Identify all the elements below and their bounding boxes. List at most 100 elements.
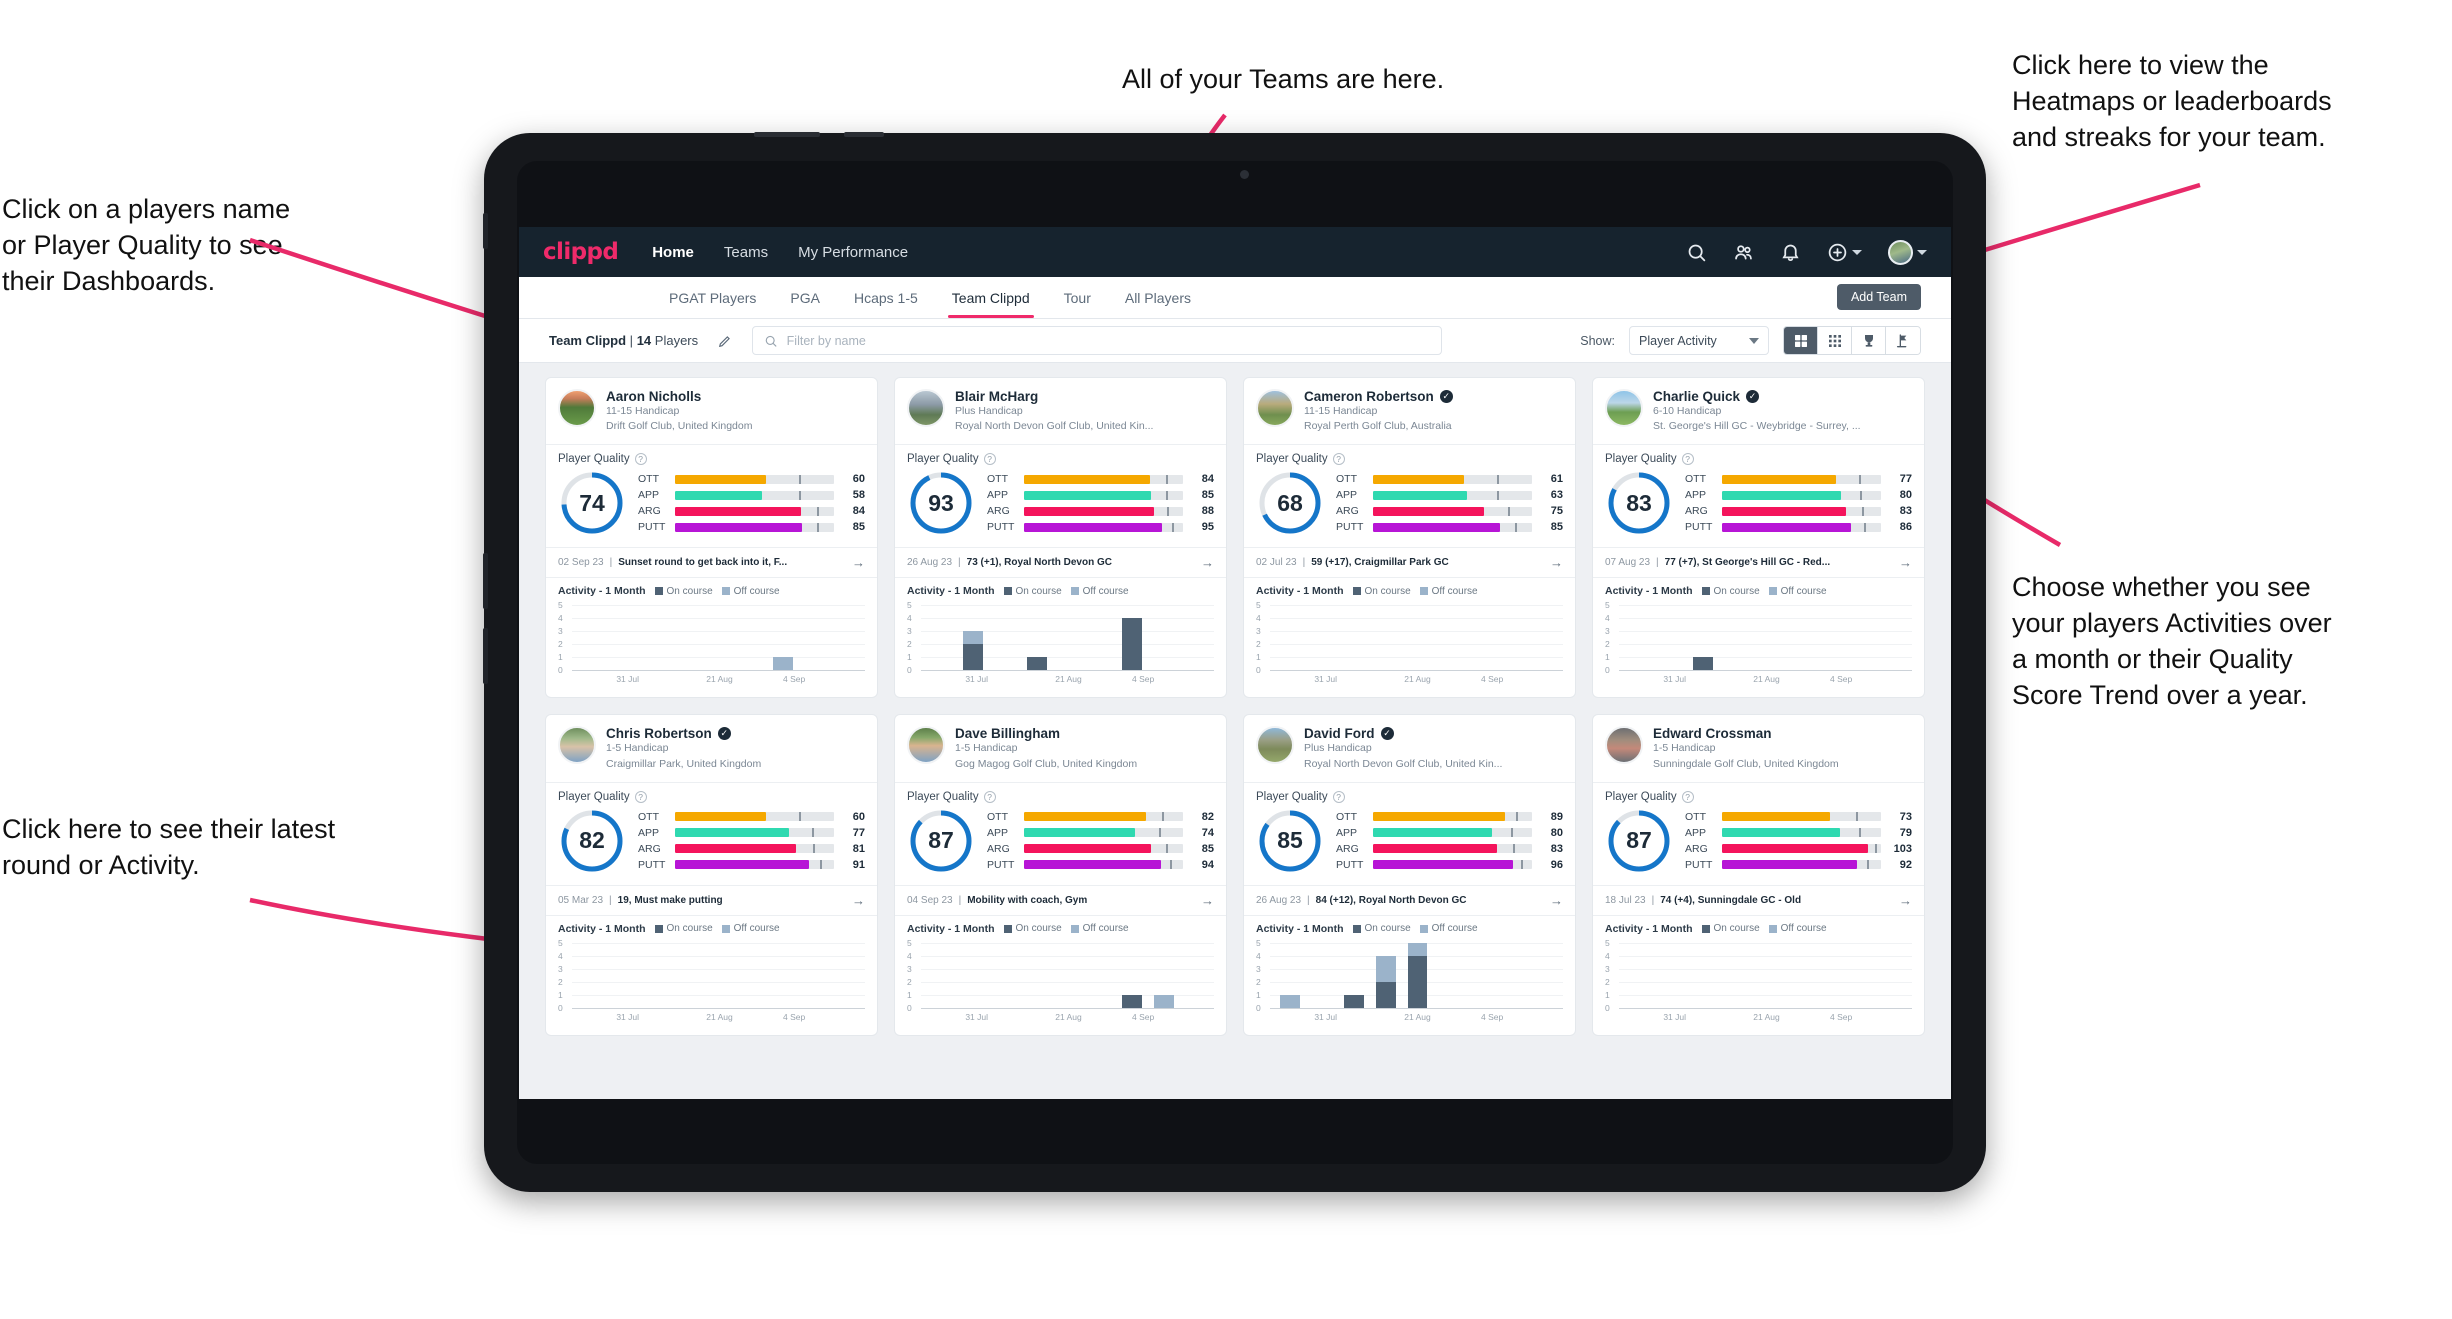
grid-view-icon[interactable] — [1784, 327, 1818, 354]
player-quality-body[interactable]: 93 OTT 84 APP 85 ARG 88 PUTT 95 — [895, 467, 1226, 547]
people-icon[interactable] — [1733, 242, 1754, 263]
plus-circle-icon[interactable] — [1827, 242, 1848, 263]
arrow-right-icon[interactable]: → — [1899, 893, 1912, 908]
player-quality-gauge[interactable]: 93 — [907, 469, 975, 537]
help-icon[interactable]: ? — [983, 790, 996, 803]
player-card[interactable]: Charlie Quick ✓ 6-10 Handicap St. George… — [1592, 377, 1925, 699]
player-name-row[interactable]: Dave Billingham — [955, 726, 1137, 741]
bell-icon[interactable] — [1780, 242, 1801, 263]
player-quality-body[interactable]: 82 OTT 60 APP 77 ARG 81 PUTT 91 — [546, 805, 877, 885]
tab-pgat-players[interactable]: PGAT Players — [669, 277, 756, 318]
player-name-row[interactable]: Cameron Robertson ✓ — [1304, 389, 1453, 404]
player-quality-body[interactable]: 87 OTT 82 APP 74 ARG 85 PUTT 94 — [895, 805, 1226, 885]
player-name[interactable]: Chris Robertson — [606, 726, 712, 741]
help-icon[interactable]: ? — [1332, 790, 1345, 803]
player-name-row[interactable]: Chris Robertson ✓ — [606, 726, 761, 741]
latest-activity-row[interactable]: 04 Sep 23 | Mobility with coach, Gym → — [895, 884, 1226, 915]
player-card-header[interactable]: Chris Robertson ✓ 1-5 Handicap Craigmill… — [546, 715, 877, 781]
help-icon[interactable]: ? — [1681, 790, 1694, 803]
player-quality-gauge[interactable]: 85 — [1256, 807, 1324, 875]
latest-activity-row[interactable]: 02 Jul 23 | 59 (+17), Craigmillar Park G… — [1244, 547, 1575, 577]
nav-item-my-performance[interactable]: My Performance — [798, 244, 908, 261]
tab-team-clippd[interactable]: Team Clippd — [947, 277, 1034, 318]
tab-all-players[interactable]: All Players — [1125, 277, 1191, 318]
player-quality-body[interactable]: 85 OTT 89 APP 80 ARG 83 PUTT 96 — [1244, 805, 1575, 885]
latest-activity-row[interactable]: 26 Aug 23 | 84 (+12), Royal North Devon … — [1244, 884, 1575, 915]
clippd-logo[interactable]: clippd — [543, 239, 619, 265]
player-avatar[interactable] — [558, 389, 596, 427]
tab-pga[interactable]: PGA — [790, 277, 820, 318]
player-card[interactable]: Aaron Nicholls 11-15 Handicap Drift Golf… — [545, 377, 878, 699]
edit-team-icon[interactable] — [712, 328, 738, 354]
player-name[interactable]: Cameron Robertson — [1304, 389, 1434, 404]
help-icon[interactable]: ? — [1681, 453, 1694, 466]
latest-activity-row[interactable]: 05 Mar 23 | 19, Must make putting → — [546, 884, 877, 915]
player-name[interactable]: Charlie Quick — [1653, 389, 1740, 404]
player-quality-gauge[interactable]: 83 — [1605, 469, 1673, 537]
player-name[interactable]: David Ford — [1304, 726, 1375, 741]
avatar[interactable] — [1888, 239, 1913, 265]
show-select[interactable]: Player Activity — [1629, 326, 1769, 355]
help-icon[interactable]: ? — [983, 453, 996, 466]
player-card-header[interactable]: David Ford ✓ Plus Handicap Royal North D… — [1244, 715, 1575, 781]
player-name[interactable]: Aaron Nicholls — [606, 389, 701, 404]
search-icon[interactable] — [1686, 242, 1707, 263]
add-team-button[interactable]: Add Team — [1836, 284, 1921, 310]
help-icon[interactable]: ? — [1332, 453, 1345, 466]
player-name-row[interactable]: Aaron Nicholls — [606, 389, 752, 404]
player-name[interactable]: Dave Billingham — [955, 726, 1060, 741]
latest-activity-row[interactable]: 18 Jul 23 | 74 (+4), Sunningdale GC - Ol… — [1593, 884, 1924, 915]
player-card[interactable]: Edward Crossman 1-5 Handicap Sunningdale… — [1592, 714, 1925, 1036]
arrow-right-icon[interactable]: → — [1201, 893, 1214, 908]
player-quality-body[interactable]: 87 OTT 73 APP 79 ARG 103 PUTT 92 — [1593, 805, 1924, 885]
player-name-row[interactable]: Edward Crossman — [1653, 726, 1839, 741]
arrow-right-icon[interactable]: → — [852, 893, 865, 908]
player-avatar[interactable] — [1256, 726, 1294, 765]
player-avatar[interactable] — [1605, 726, 1643, 765]
player-card-header[interactable]: Edward Crossman 1-5 Handicap Sunningdale… — [1593, 715, 1924, 781]
create-menu[interactable] — [1827, 242, 1862, 263]
tab-hcaps-1-5[interactable]: Hcaps 1-5 — [854, 277, 918, 318]
search-input[interactable] — [786, 333, 1431, 348]
account-menu[interactable] — [1888, 239, 1927, 265]
player-card[interactable]: Chris Robertson ✓ 1-5 Handicap Craigmill… — [545, 714, 878, 1036]
player-quality-gauge[interactable]: 87 — [907, 807, 975, 875]
latest-activity-row[interactable]: 07 Aug 23 | 77 (+7), St George's Hill GC… — [1593, 547, 1924, 577]
arrow-right-icon[interactable]: → — [1550, 893, 1563, 908]
player-card-header[interactable]: Charlie Quick ✓ 6-10 Handicap St. George… — [1593, 378, 1924, 444]
player-quality-gauge[interactable]: 68 — [1256, 469, 1324, 537]
player-quality-gauge[interactable]: 82 — [558, 807, 626, 875]
arrow-right-icon[interactable]: → — [1550, 555, 1563, 570]
player-avatar[interactable] — [907, 726, 945, 765]
player-card[interactable]: Cameron Robertson ✓ 11-15 Handicap Royal… — [1243, 377, 1576, 699]
arrow-right-icon[interactable]: → — [1899, 555, 1912, 570]
table-view-icon[interactable] — [1818, 327, 1852, 354]
player-name-row[interactable]: David Ford ✓ — [1304, 726, 1502, 741]
golf-flag-view-icon[interactable] — [1886, 327, 1920, 354]
player-avatar[interactable] — [907, 389, 945, 427]
latest-activity-row[interactable]: 02 Sep 23 | Sunset round to get back int… — [546, 547, 877, 577]
player-quality-body[interactable]: 74 OTT 60 APP 58 ARG 84 PUTT 85 — [546, 467, 877, 547]
tab-tour[interactable]: Tour — [1064, 277, 1091, 318]
nav-item-home[interactable]: Home — [652, 244, 694, 261]
latest-activity-row[interactable]: 26 Aug 23 | 73 (+1), Royal North Devon G… — [895, 547, 1226, 577]
arrow-right-icon[interactable]: → — [852, 555, 865, 570]
player-avatar[interactable] — [558, 726, 596, 765]
nav-item-teams[interactable]: Teams — [724, 244, 768, 261]
arrow-right-icon[interactable]: → — [1201, 555, 1214, 570]
player-quality-gauge[interactable]: 74 — [558, 469, 626, 537]
player-name[interactable]: Edward Crossman — [1653, 726, 1772, 741]
player-name-row[interactable]: Charlie Quick ✓ — [1653, 389, 1861, 404]
player-name[interactable]: Blair McHarg — [955, 389, 1038, 404]
player-name-row[interactable]: Blair McHarg — [955, 389, 1153, 404]
player-card-header[interactable]: Blair McHarg Plus Handicap Royal North D… — [895, 378, 1226, 444]
player-card[interactable]: Blair McHarg Plus Handicap Royal North D… — [894, 377, 1227, 699]
player-quality-body[interactable]: 68 OTT 61 APP 63 ARG 75 PUTT 85 — [1244, 467, 1575, 547]
player-quality-gauge[interactable]: 87 — [1605, 807, 1673, 875]
player-card-header[interactable]: Dave Billingham 1-5 Handicap Gog Magog G… — [895, 715, 1226, 781]
search-field[interactable] — [752, 326, 1443, 355]
player-avatar[interactable] — [1256, 389, 1294, 427]
player-quality-body[interactable]: 83 OTT 77 APP 80 ARG 83 PUTT 86 — [1593, 467, 1924, 547]
trophy-view-icon[interactable] — [1852, 327, 1886, 354]
player-card[interactable]: Dave Billingham 1-5 Handicap Gog Magog G… — [894, 714, 1227, 1036]
